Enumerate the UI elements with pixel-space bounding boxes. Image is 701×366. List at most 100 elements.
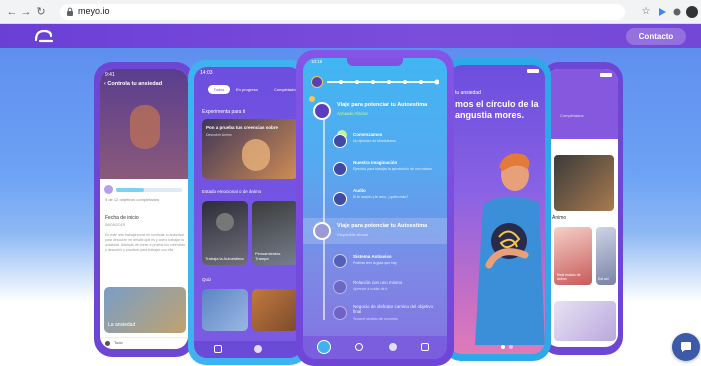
phone-journey: 10:15 Viaje para potenciar tu Autoestima… — [296, 50, 454, 366]
bottom-bar: Todo — [100, 337, 188, 349]
tab-bar — [303, 336, 447, 359]
step-1-play-icon[interactable] — [333, 134, 347, 148]
journey-1-icon[interactable] — [313, 102, 331, 120]
section-title-3: Quiz — [202, 277, 212, 282]
reload-icon[interactable]: ↻ — [35, 6, 47, 18]
status-time: 10:15 — [311, 59, 323, 64]
step-5-title[interactable]: Relación con uno mismo — [353, 280, 402, 285]
tile-autoestima[interactable]: Trabaja la Autoestima — [202, 201, 248, 265]
description: En este reto trabajaremos en controlar t… — [105, 233, 185, 252]
headline-small: tu ansiedad — [455, 90, 481, 96]
tile-illustration — [216, 213, 234, 231]
step-2-play-icon[interactable] — [333, 162, 347, 176]
forward-arrow-icon[interactable]: → — [20, 6, 32, 18]
site-header: Contacto — [0, 24, 701, 48]
journey-1-status: Actuado Ahora! — [337, 111, 368, 116]
tile-label: Est ani — [598, 277, 609, 281]
mood-tile-1[interactable]: Real estado de ánimo — [554, 227, 592, 285]
tab-completados[interactable]: Completados — [560, 113, 584, 118]
tab-todos[interactable]: Todos — [208, 85, 230, 94]
quiz-tile-2[interactable] — [252, 289, 298, 331]
bottom-label[interactable]: Todo — [114, 340, 123, 345]
stats-tab-icon[interactable] — [389, 343, 397, 351]
step-4-subtitle: Podrías leer la guía que hay — [353, 261, 397, 265]
explore-icon[interactable] — [254, 345, 262, 353]
explore-tab-icon[interactable] — [355, 343, 363, 351]
tab-completados[interactable]: Completados — [274, 87, 298, 92]
card-title: Pon a prueba tus creencias sobre — [206, 125, 279, 130]
step-1-title[interactable]: Comenzamos — [353, 132, 382, 137]
tab-en-progreso[interactable]: En progreso — [236, 87, 258, 92]
page-dot[interactable] — [509, 345, 513, 349]
journey-1-title[interactable]: Viaje para potenciar tu Autoestima — [337, 102, 427, 108]
track-dots — [339, 79, 439, 85]
step-2-subtitle: Ejercicio para trabajar la aprobación de… — [353, 167, 432, 171]
extensions-puzzle-icon[interactable] — [671, 6, 683, 18]
progress-avatar — [104, 185, 113, 194]
step-4-icon[interactable] — [333, 254, 347, 268]
progress-fill — [116, 188, 144, 192]
tile-pensamientos[interactable]: Pensamientos Trampa — [252, 201, 298, 265]
profile-avatar[interactable] — [686, 6, 698, 18]
hero-section: 9:41 ‹ Controla tu ansiedad 5 de 12 obje… — [0, 48, 701, 366]
check-tab-icon[interactable] — [421, 343, 429, 351]
step-6-icon[interactable] — [333, 306, 347, 320]
city-image[interactable] — [554, 155, 614, 211]
step-6-subtitle: Toma el sentido del recorrido — [353, 317, 398, 321]
home-icon[interactable] — [214, 345, 222, 353]
status-time: 14:03 — [200, 70, 213, 76]
phone-illustration: tu ansiedad mos el círculo de la angusti… — [443, 58, 551, 361]
current-step-marker[interactable] — [311, 76, 323, 88]
mood-tile-3[interactable] — [554, 301, 616, 341]
lock-icon — [67, 7, 73, 16]
battery-icon — [527, 69, 539, 73]
journey-2-title[interactable]: Viaje para potenciar tu Autoestima — [337, 223, 427, 229]
tile-label: Real estado de ánimo — [557, 273, 581, 281]
home-dot-icon[interactable] — [105, 341, 110, 346]
section-title-2: Estado emocional o de ánimo — [202, 189, 262, 194]
mood-tile-2[interactable]: Est ani — [596, 227, 616, 285]
top-banner: Completados — [546, 69, 618, 139]
tab-bar — [194, 341, 302, 358]
step-5-icon[interactable] — [333, 280, 347, 294]
timeline-line — [323, 110, 325, 320]
chat-bubble-icon — [681, 342, 691, 352]
beliefs-card[interactable]: Pon a prueba tus creencias sobre Descubr… — [202, 119, 298, 179]
journey-1-badge — [309, 96, 315, 102]
status-time: 9:41 — [105, 72, 115, 78]
page-dot-active[interactable] — [501, 345, 505, 349]
clock-figure-image — [130, 105, 160, 149]
chat-button[interactable] — [672, 333, 700, 361]
phone-controla-ansiedad: 9:41 ‹ Controla tu ansiedad 5 de 12 obje… — [94, 62, 194, 357]
tile-label: Pensamientos Trampa — [255, 251, 281, 261]
header-image: 9:41 ‹ Controla tu ansiedad — [100, 69, 188, 179]
screen-title: Controla tu ansiedad — [107, 81, 163, 87]
meyo-logo-icon[interactable] — [32, 28, 56, 44]
extension-play-icon[interactable] — [656, 6, 668, 18]
section-title: Ánimo — [552, 215, 567, 221]
step-2-title[interactable]: Nuestra Imaginación — [353, 160, 397, 165]
journey-tab-icon[interactable] — [317, 340, 331, 354]
battery-icon — [600, 73, 612, 77]
card-subtitle: Descubrir Animo — [206, 133, 232, 137]
quiz-tile-1[interactable] — [202, 289, 248, 331]
anxiety-card[interactable]: La ansiedad — [104, 287, 186, 333]
notch — [347, 58, 403, 66]
journey-2-icon[interactable] — [313, 222, 331, 240]
progress-text: 5 de 12 objetivos completados — [105, 197, 160, 202]
step-1-subtitle: Un ejercicio de Mindfulness — [353, 139, 396, 143]
step-3-title[interactable]: Audio — [353, 188, 366, 193]
url-text: meyo.io — [78, 6, 110, 16]
step-3-audio-icon[interactable] — [333, 192, 347, 206]
start-label: Fecha de inicio — [105, 215, 139, 221]
step-6-title[interactable]: Negocio de disfrutar camino del objetivo… — [353, 304, 439, 314]
contact-button[interactable]: Contacto — [626, 28, 686, 45]
star-icon[interactable]: ☆ — [640, 6, 652, 18]
back-arrow-icon[interactable]: ← — [6, 6, 18, 18]
progress-bar — [116, 188, 182, 192]
address-bar[interactable]: meyo.io — [60, 4, 625, 20]
step-4-title[interactable]: Sistema Antiaviso — [353, 254, 392, 259]
start-date: 08/05/2019 — [105, 222, 126, 227]
browser-toolbar: ← → ↻ meyo.io ☆ — [0, 0, 701, 24]
back-title[interactable]: ‹ Controla tu ansiedad — [104, 81, 162, 87]
